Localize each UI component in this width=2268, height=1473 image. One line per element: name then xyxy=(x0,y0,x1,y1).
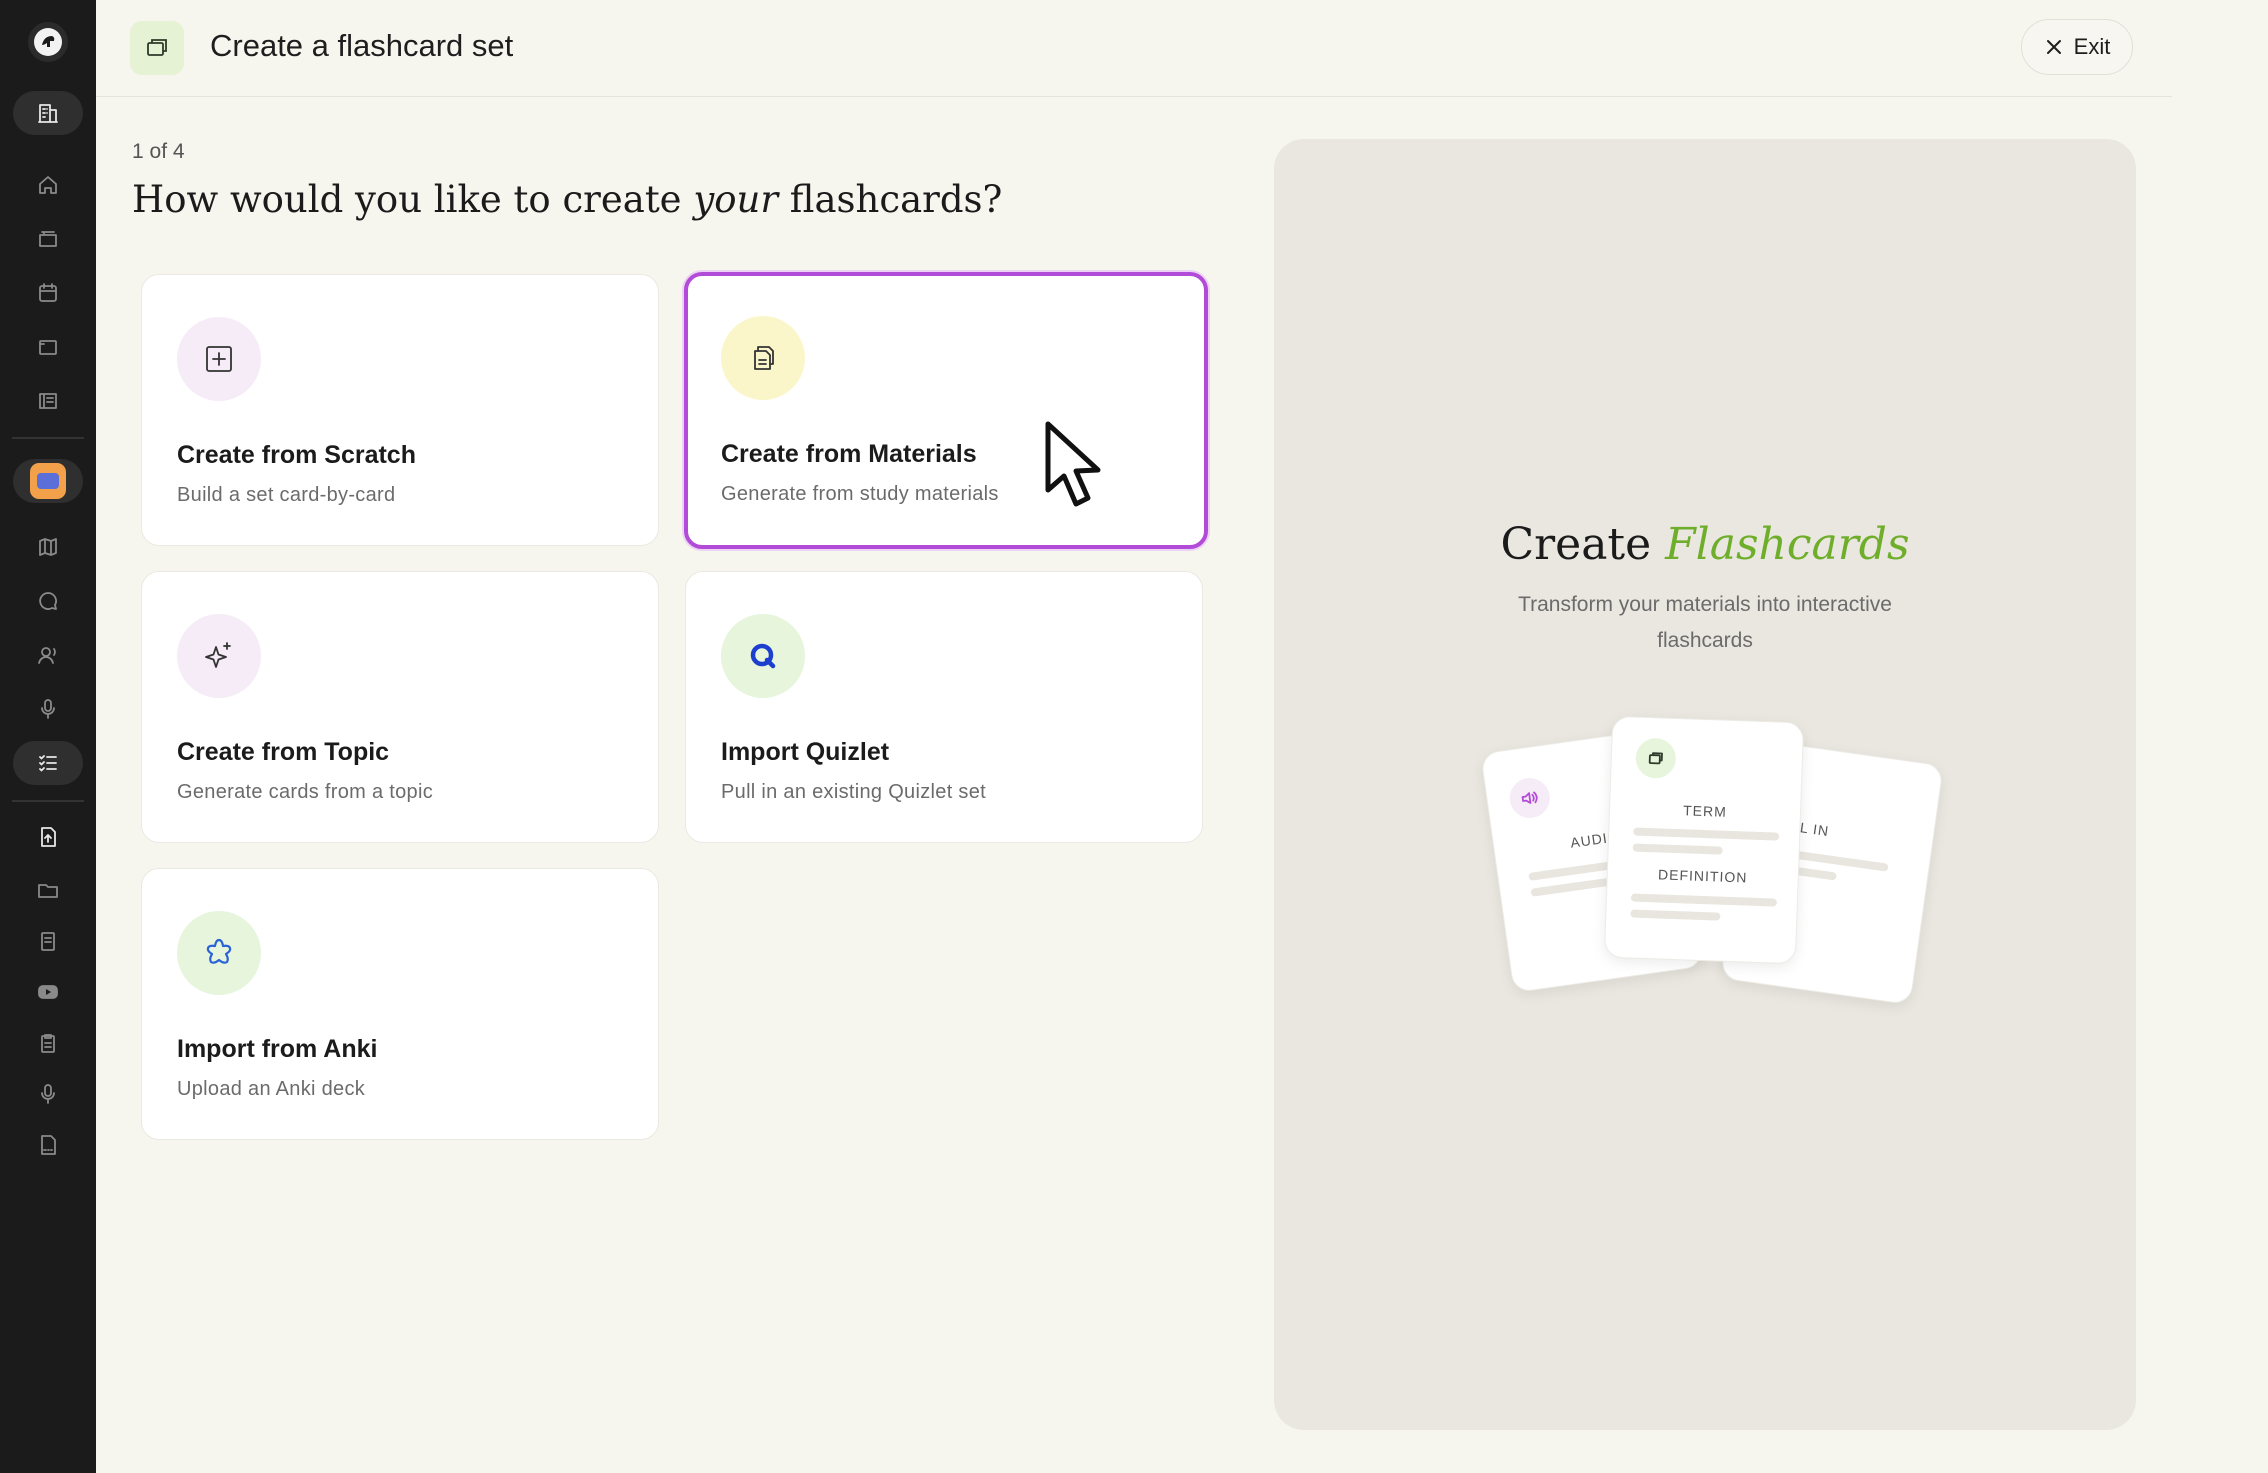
microphone-icon xyxy=(41,1084,55,1104)
option-icon-wrap xyxy=(177,614,261,698)
sidebar-item-organization[interactable] xyxy=(13,91,83,135)
placeholder-line xyxy=(1632,843,1723,855)
sidebar-item-upload[interactable] xyxy=(13,815,83,859)
anki-star-icon xyxy=(206,938,232,964)
sidebar-item-home[interactable] xyxy=(13,163,83,207)
sidebar-item-profile[interactable] xyxy=(13,459,83,503)
page-title: Create a flashcard set xyxy=(210,28,514,63)
option-card-quizlet[interactable]: Import Quizlet Pull in an existing Quizl… xyxy=(685,571,1203,843)
sidebar-item-quiz[interactable] xyxy=(13,741,83,785)
option-icon-wrap xyxy=(177,911,261,995)
preview-panel: Create Flashcards Transform your materia… xyxy=(1274,139,2136,1430)
speaker-icon xyxy=(1521,791,1538,804)
option-card-materials[interactable]: Create from Materials Generate from stud… xyxy=(684,272,1208,549)
placeholder-line xyxy=(1630,893,1777,907)
preview-title-text: Create xyxy=(1500,519,1666,570)
notes-icon xyxy=(41,932,55,951)
sidebar-item-folders[interactable] xyxy=(13,868,83,912)
exit-button[interactable]: Exit xyxy=(2021,19,2133,75)
sparkle-icon xyxy=(205,642,231,668)
sidebar-item-tutor[interactable] xyxy=(13,633,83,677)
audio-icon-wrap xyxy=(1507,775,1553,821)
close-icon xyxy=(2046,40,2061,54)
sidebar-item-library[interactable] xyxy=(13,379,83,423)
sidebar-divider xyxy=(12,437,84,439)
logo-icon xyxy=(34,28,62,56)
flashcards-icon xyxy=(1648,752,1663,765)
exit-label: Exit xyxy=(2073,34,2111,59)
option-title: Create from Scratch xyxy=(177,441,416,469)
wizard-heading: How would you like to create your flashc… xyxy=(132,178,1002,221)
option-subtitle: Build a set card-by-card xyxy=(177,484,396,506)
sidebar-divider xyxy=(12,800,84,802)
placeholder-line xyxy=(1630,909,1721,921)
calendar-icon xyxy=(39,283,57,302)
youtube-icon xyxy=(38,985,58,999)
folder-icon xyxy=(38,884,58,898)
sidebar-item-calendar[interactable] xyxy=(13,271,83,315)
option-icon-wrap xyxy=(721,316,805,400)
sidebar-item-cards[interactable] xyxy=(13,325,83,369)
option-icon-wrap xyxy=(721,614,805,698)
library-icon xyxy=(39,393,57,409)
option-icon-wrap xyxy=(177,317,261,401)
option-card-scratch[interactable]: Create from Scratch Build a set card-by-… xyxy=(141,274,659,546)
term-label: TERM xyxy=(1682,802,1728,820)
sidebar-item-sets[interactable] xyxy=(13,217,83,261)
flashcards-badge xyxy=(130,21,184,75)
heading-emphasis: your xyxy=(693,178,779,221)
plus-square-icon xyxy=(206,346,232,372)
documents-icon xyxy=(754,346,774,370)
option-title: Create from Topic xyxy=(177,738,390,766)
sidebar-item-pdf[interactable] xyxy=(13,1123,83,1167)
option-card-anki[interactable]: Import from Anki Upload an Anki deck xyxy=(141,868,659,1140)
option-title: Import Quizlet xyxy=(721,738,890,766)
sidebar-item-youtube[interactable] xyxy=(13,970,83,1014)
term-icon-wrap xyxy=(1635,737,1677,779)
step-indicator: 1 of 4 xyxy=(132,140,185,163)
sidebar-item-notes[interactable] xyxy=(13,919,83,963)
mouse-cursor-icon xyxy=(1045,421,1101,507)
preview-title-emphasis: Flashcards xyxy=(1665,519,1910,570)
folder-stack-icon xyxy=(39,231,57,247)
option-subtitle: Generate from study materials xyxy=(721,483,999,505)
card-icon xyxy=(39,340,57,355)
topbar: Create a flashcard set Exit xyxy=(96,0,2172,97)
option-subtitle: Pull in an existing Quizlet set xyxy=(721,781,986,803)
app-logo[interactable] xyxy=(28,22,68,62)
voice-user-icon xyxy=(38,647,56,664)
sidebar-item-record[interactable] xyxy=(13,687,83,731)
preview-subtitle: Transform your materials into interactiv… xyxy=(1518,593,1892,652)
building-icon xyxy=(38,104,58,123)
microphone-icon xyxy=(41,699,55,719)
heading-text: How would you like to create xyxy=(132,178,694,221)
flashcards-icon xyxy=(147,39,167,56)
preview-title: Create Flashcards xyxy=(1274,519,2136,570)
clipboard-icon xyxy=(41,1034,55,1053)
option-title: Create from Materials xyxy=(721,440,977,468)
checklist-icon xyxy=(39,755,57,772)
sidebar-item-audio[interactable] xyxy=(13,1072,83,1116)
sidebar xyxy=(0,0,96,1473)
chat-icon xyxy=(39,592,57,610)
definition-label: DEFINITION xyxy=(1657,866,1748,886)
sidebar-item-map[interactable] xyxy=(13,525,83,569)
pdf-icon xyxy=(41,1135,56,1155)
preview-card-term: TERM DEFINITION xyxy=(1603,715,1805,965)
heading-text-end: flashcards? xyxy=(778,178,1003,221)
sidebar-item-clipboard[interactable] xyxy=(13,1021,83,1065)
map-icon xyxy=(39,538,57,556)
option-card-topic[interactable]: Create from Topic Generate cards from a … xyxy=(141,571,659,843)
avatar xyxy=(30,463,66,499)
sidebar-item-chat[interactable] xyxy=(13,579,83,623)
file-upload-icon xyxy=(41,827,56,847)
option-title: Import from Anki xyxy=(177,1035,378,1063)
option-subtitle: Generate cards from a topic xyxy=(177,781,433,803)
quizlet-icon xyxy=(750,643,776,669)
placeholder-line xyxy=(1633,827,1780,841)
option-subtitle: Upload an Anki deck xyxy=(177,1078,366,1100)
home-icon xyxy=(39,176,57,194)
